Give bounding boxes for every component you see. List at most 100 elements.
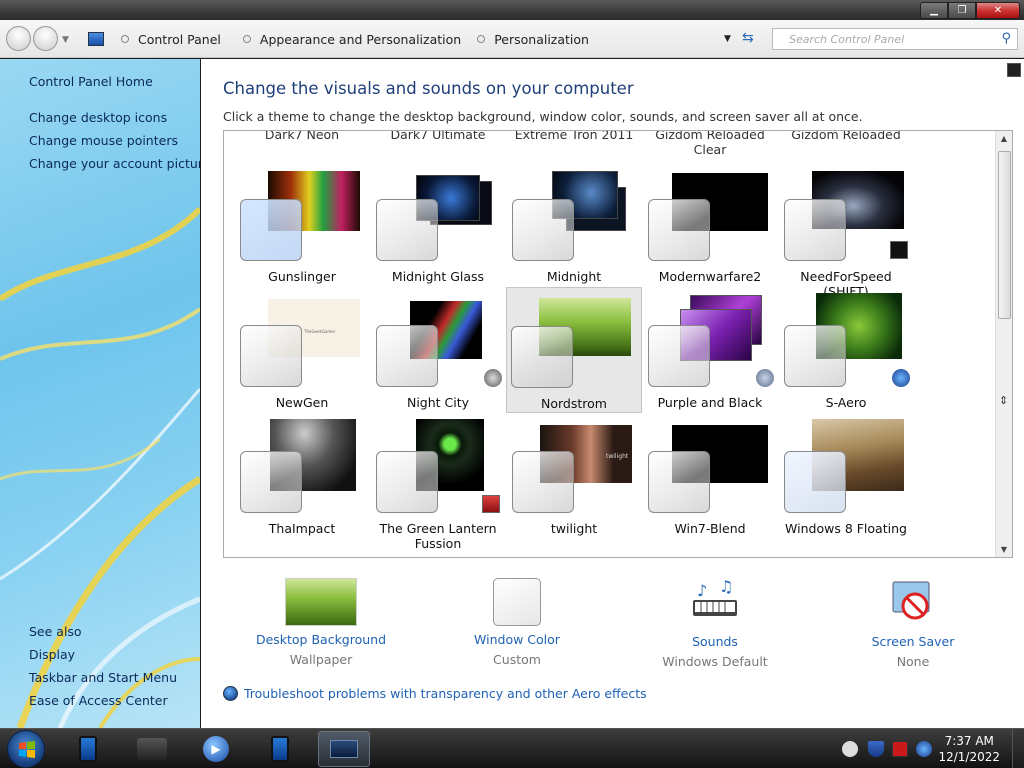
screen-saver-link[interactable]: Screen Saver [815, 634, 1011, 649]
window-controls: ▁ ❐ ✕ [920, 2, 1020, 19]
maximize-button[interactable]: ❐ [948, 2, 976, 19]
taskbar-app-4[interactable] [254, 731, 306, 767]
change-account-picture-link[interactable]: Change your account picture [29, 156, 200, 171]
theme-label: Win7-Blend [674, 521, 746, 536]
theme-color-swatch [648, 451, 710, 513]
scroll-down-icon[interactable]: ▼ [996, 545, 1012, 554]
theme-color-swatch [648, 199, 710, 261]
theme-modernwarfare2[interactable]: Modernwarfare2 [642, 167, 778, 291]
theme-midnight[interactable]: Midnight [506, 167, 642, 291]
theme-label[interactable]: Gizdom Reloaded [778, 131, 914, 142]
scroll-grip-icon: ⇕ [999, 394, 1009, 407]
screen-saver-option[interactable]: Screen Saver None [815, 578, 1011, 669]
theme-newgen[interactable]: TheGeekGamer NewGen [234, 293, 370, 417]
scroll-up-icon[interactable]: ▲ [996, 134, 1012, 143]
breadcrumb-separator-icon[interactable] [477, 35, 486, 43]
clock[interactable]: 7:37 AM 12/1/2022 [938, 733, 1000, 765]
troubleshoot-text[interactable]: Troubleshoot problems with transparency … [244, 686, 647, 701]
breadcrumb-separator-icon[interactable] [121, 35, 129, 43]
theme-label: Modernwarfare2 [658, 269, 762, 284]
change-desktop-icons-link[interactable]: Change desktop icons [29, 110, 167, 125]
close-button[interactable]: ✕ [976, 2, 1020, 19]
troubleshoot-link[interactable]: Troubleshoot problems with transparency … [223, 686, 647, 701]
theme-windows-8-floating[interactable]: Windows 8 Floating [778, 419, 914, 543]
theme-label: Midnight Glass [391, 269, 485, 284]
recent-pages-dropdown[interactable]: ▼ [62, 35, 69, 45]
folder-icon [137, 738, 167, 760]
theme-thaimpact[interactable]: ThaImpact [234, 419, 370, 543]
ease-of-access-link[interactable]: Ease of Access Center [29, 693, 168, 708]
theme-purple-and-black[interactable]: Purple and Black [642, 293, 778, 417]
theme-color-swatch [784, 199, 846, 261]
start-button[interactable] [7, 730, 45, 768]
theme-color-swatch [376, 325, 438, 387]
taskbar: ▶ 7:37 AM 12/1/2022 [0, 728, 1024, 768]
breadcrumb-appearance[interactable]: Appearance and Personalization [260, 32, 461, 47]
shield-icon[interactable] [868, 741, 884, 757]
breadcrumb-separator-icon[interactable] [242, 35, 251, 43]
back-button[interactable] [6, 26, 31, 51]
theme-label[interactable]: Gizdom Reloaded Clear [642, 131, 778, 157]
theme-label: Night City [406, 395, 470, 410]
scrollbar-thumb[interactable] [998, 151, 1011, 319]
windows-logo-icon [19, 741, 35, 758]
address-bar: ▼ Control Panel Appearance and Personali… [0, 20, 1024, 58]
display-link[interactable]: Display [29, 647, 75, 662]
svg-text:♪: ♪ [697, 581, 707, 600]
window-color-value: Custom [493, 652, 541, 667]
sounds-link[interactable]: Sounds [617, 634, 813, 649]
theme-twilight[interactable]: twilight twilight [506, 419, 642, 543]
window-color-link[interactable]: Window Color [419, 632, 615, 647]
desktop-background-link[interactable]: Desktop Background [223, 632, 419, 647]
wallpaper-icon [285, 578, 357, 626]
minimize-button[interactable]: ▁ [920, 2, 948, 19]
theme-gunslinger[interactable]: Gunslinger [234, 167, 370, 291]
theme-label[interactable]: Dark7 Ultimate [370, 131, 506, 142]
desktop-background-option[interactable]: Desktop Background Wallpaper [223, 578, 419, 667]
theme-color-swatch [376, 199, 438, 261]
window-color-option[interactable]: Window Color Custom [419, 578, 615, 667]
theme-label[interactable]: Extreme Tron 2011 [506, 131, 642, 142]
control-panel-home-link[interactable]: Control Panel Home [29, 74, 153, 89]
theme-label: Purple and Black [657, 395, 763, 410]
theme-green-lantern[interactable]: The Green Lantern Fussion [370, 419, 506, 551]
show-desktop-button[interactable] [1012, 729, 1024, 768]
change-mouse-pointers-link[interactable]: Change mouse pointers [29, 133, 178, 148]
skull-icon [484, 369, 502, 387]
theme-color-swatch [512, 199, 574, 261]
troubleshoot-icon [223, 686, 238, 701]
theme-label[interactable]: Dark7 Neon [234, 131, 370, 142]
taskbar-media-player[interactable]: ▶ [190, 731, 242, 767]
network-icon[interactable] [916, 741, 932, 757]
show-hidden-icons[interactable] [842, 741, 858, 757]
window-color-icon [493, 578, 541, 626]
theme-nordstrom[interactable]: Nordstrom [506, 287, 642, 413]
theme-s-aero[interactable]: S-Aero [778, 293, 914, 417]
search-input[interactable] [773, 29, 983, 49]
taskbar-start-menu-link[interactable]: Taskbar and Start Menu [29, 670, 177, 685]
theme-win7-blend[interactable]: Win7-Blend [642, 419, 778, 543]
address-dropdown-button[interactable]: ▼ [724, 34, 731, 44]
forward-button[interactable] [33, 26, 58, 51]
taskbar-control-panel[interactable] [318, 731, 370, 767]
tray-app-icon[interactable] [892, 741, 908, 757]
theme-night-city[interactable]: Night City [370, 293, 506, 417]
taskbar-app-2[interactable] [126, 731, 178, 767]
taskbar-app-1[interactable] [62, 731, 114, 767]
theme-needforspeed-shift[interactable]: NeedForSpeed (SHIFT) [778, 167, 914, 299]
title-bar: ▁ ❐ ✕ [0, 0, 1024, 20]
breadcrumb: Control Panel Appearance and Personaliza… [88, 30, 589, 48]
search-icon[interactable]: ⚲ [1001, 31, 1011, 46]
main-content: Change the visuals and sounds on your co… [201, 59, 1024, 728]
theme-label: The Green Lantern Fussion [379, 521, 497, 551]
desktop-background-value: Wallpaper [289, 652, 353, 667]
theme-midnight-glass[interactable]: Midnight Glass [370, 167, 506, 291]
refresh-icon[interactable]: ⇆ [742, 30, 754, 46]
theme-list-scrollbar[interactable]: ▲ ⇕ ▼ [995, 131, 1012, 557]
breadcrumb-control-panel[interactable]: Control Panel [138, 32, 221, 47]
theme-label: ThaImpact [268, 521, 336, 536]
breadcrumb-personalization[interactable]: Personalization [494, 32, 589, 47]
theme-color-swatch [511, 326, 573, 388]
theme-label: Gunslinger [268, 269, 336, 284]
sounds-option[interactable]: ♪ ♫ Sounds Windows Default [617, 577, 813, 669]
